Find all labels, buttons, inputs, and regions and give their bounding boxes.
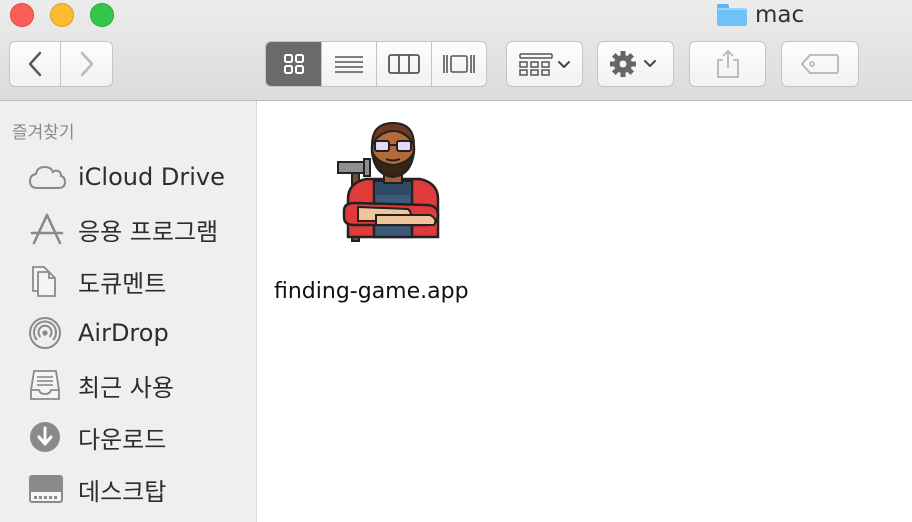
- desktop-icon: [29, 475, 63, 503]
- sidebar-item-label: 도큐멘트: [78, 269, 167, 298]
- sidebar-item-downloads[interactable]: 다운로드: [28, 419, 253, 455]
- folder-icon: [717, 4, 747, 26]
- icon-view-button[interactable]: [266, 42, 321, 86]
- sidebar: 즐겨찾기 iCloud Drive 응용 프로그램 도큐멘트 AirDrop 최…: [0, 101, 257, 522]
- downloads-icon: [30, 422, 60, 452]
- file-name: finding-game.app: [274, 279, 469, 304]
- window-title: mac: [717, 0, 804, 30]
- airdrop-icon: [29, 317, 61, 349]
- sidebar-item-icloud-drive[interactable]: iCloud Drive: [28, 159, 253, 195]
- gear-icon: [609, 51, 656, 77]
- list-view-icon: [335, 56, 363, 73]
- file-browser: finding-game.app: [258, 101, 912, 522]
- icon-view-icon: [283, 54, 304, 74]
- documents-icon: [32, 266, 56, 297]
- view-mode-control: [265, 41, 487, 87]
- share-button[interactable]: [689, 41, 766, 87]
- column-view-icon: [388, 54, 420, 74]
- minimize-button[interactable]: [50, 3, 74, 27]
- back-button[interactable]: [9, 41, 61, 87]
- maximize-button[interactable]: [90, 3, 114, 27]
- toolbar: mac: [0, 0, 912, 101]
- app-icon-carpenter: [337, 121, 440, 242]
- forward-icon: [80, 51, 93, 77]
- sidebar-item-label: 응용 프로그램: [78, 217, 219, 246]
- sidebar-item-label: 최근 사용: [78, 373, 174, 402]
- recents-icon: [30, 370, 60, 400]
- forward-button[interactable]: [61, 41, 113, 87]
- back-icon: [28, 51, 42, 77]
- applications-icon: [30, 213, 64, 245]
- arrange-button[interactable]: [506, 41, 583, 87]
- sidebar-item-label: 다운로드: [78, 425, 167, 454]
- sidebar-header-favorites: 즐겨찾기: [12, 123, 75, 143]
- sidebar-item-label: 데스크탑: [78, 477, 167, 506]
- window-title-text: mac: [755, 2, 805, 28]
- sidebar-item-label: iCloud Drive: [78, 163, 225, 191]
- tag-button[interactable]: [781, 41, 859, 87]
- column-view-button[interactable]: [376, 42, 431, 86]
- cloud-icon: [28, 165, 66, 189]
- sidebar-item-desktop[interactable]: 데스크탑: [28, 471, 253, 507]
- sidebar-item-applications[interactable]: 응용 프로그램: [28, 211, 253, 247]
- close-button[interactable]: [10, 3, 34, 27]
- list-view-button[interactable]: [321, 42, 376, 86]
- sidebar-item-recents[interactable]: 최근 사용: [28, 367, 253, 403]
- share-icon: [716, 49, 739, 78]
- tag-icon: [801, 54, 839, 74]
- sidebar-item-label: AirDrop: [78, 319, 169, 347]
- gallery-view-icon: [443, 55, 475, 73]
- arrange-icon: [518, 53, 570, 76]
- sidebar-item-documents[interactable]: 도큐멘트: [28, 263, 253, 299]
- sidebar-item-airdrop[interactable]: AirDrop: [28, 315, 253, 351]
- action-button[interactable]: [597, 41, 674, 87]
- gallery-view-button[interactable]: [431, 42, 486, 86]
